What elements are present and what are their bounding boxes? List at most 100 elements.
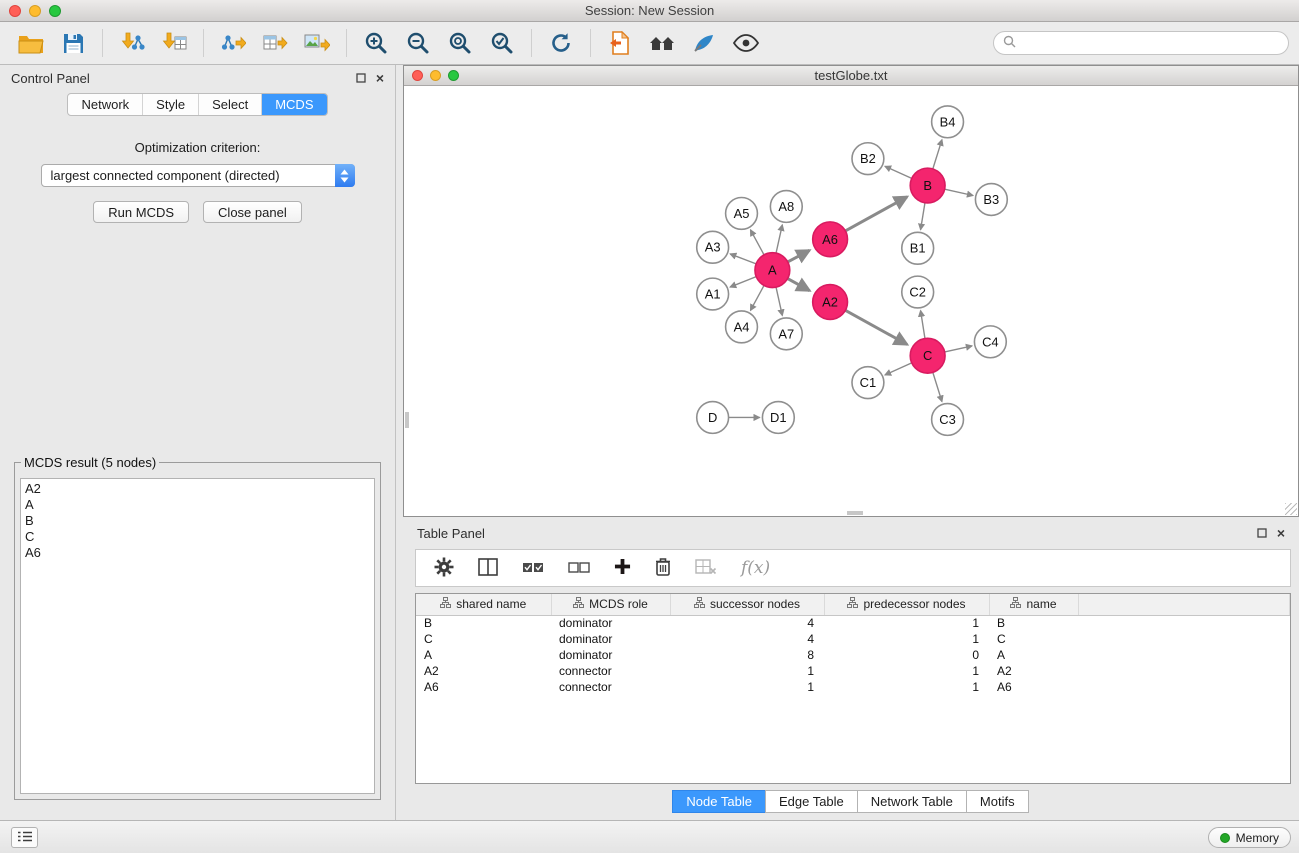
graph-node-B1[interactable]: B1 <box>902 232 934 264</box>
graph-edge[interactable] <box>776 287 782 315</box>
session-file-icon[interactable] <box>602 25 638 61</box>
table-cell[interactable]: B <box>989 615 1078 631</box>
table-cell[interactable]: 1 <box>670 679 824 695</box>
table-cell[interactable]: 1 <box>670 663 824 679</box>
open-session-icon[interactable] <box>13 25 49 61</box>
table-cell[interactable]: 8 <box>670 647 824 663</box>
column-header-name[interactable]: name <box>989 594 1078 615</box>
table-cell[interactable]: 1 <box>824 631 989 647</box>
tab-edge-table[interactable]: Edge Table <box>765 790 858 813</box>
table-row[interactable]: Adominator80A <box>416 647 1290 663</box>
criterion-dropdown[interactable]: largest connected component (directed) <box>41 164 355 187</box>
add-icon[interactable] <box>614 558 631 578</box>
graph-node-A3[interactable]: A3 <box>697 231 729 263</box>
tab-network-table[interactable]: Network Table <box>857 790 967 813</box>
vertical-scrollbar-thumb[interactable] <box>405 412 409 428</box>
graph-node-A1[interactable]: A1 <box>697 278 729 310</box>
refresh-layout-icon[interactable] <box>543 25 579 61</box>
horizontal-scrollbar-thumb[interactable] <box>847 511 863 515</box>
graph-node-C3[interactable]: C3 <box>932 404 964 436</box>
table-cell[interactable]: 1 <box>824 679 989 695</box>
graph-edge[interactable] <box>921 311 925 339</box>
table-cell[interactable]: dominator <box>551 631 670 647</box>
task-history-button[interactable] <box>11 827 38 848</box>
table-cell[interactable]: dominator <box>551 647 670 663</box>
table-cell[interactable]: B <box>416 615 551 631</box>
save-session-icon[interactable] <box>55 25 91 61</box>
home-icon[interactable] <box>644 25 680 61</box>
tab-node-table[interactable]: Node Table <box>672 790 766 813</box>
table-cell[interactable]: dominator <box>551 615 670 631</box>
import-network-icon[interactable] <box>114 25 150 61</box>
graph-edge[interactable] <box>845 310 907 344</box>
graph-edge[interactable] <box>933 372 942 401</box>
mcds-result-item[interactable]: B <box>25 513 370 529</box>
table-cell[interactable]: C <box>989 631 1078 647</box>
float-panel-icon[interactable] <box>356 73 366 83</box>
graph-node-C[interactable]: C <box>910 338 945 373</box>
run-mcds-button[interactable]: Run MCDS <box>93 201 189 223</box>
graph-node-A6[interactable]: A6 <box>813 222 848 257</box>
zoom-selected-icon[interactable] <box>484 25 520 61</box>
network-close-button[interactable] <box>412 70 423 81</box>
eye-icon[interactable] <box>728 25 764 61</box>
close-panel-button[interactable]: Close panel <box>203 201 302 223</box>
network-minimize-button[interactable] <box>430 70 441 81</box>
mcds-result-item[interactable]: A6 <box>25 545 370 561</box>
table-cell[interactable]: A <box>416 647 551 663</box>
tab-style[interactable]: Style <box>143 94 199 115</box>
export-network-icon[interactable] <box>215 25 251 61</box>
tab-select[interactable]: Select <box>199 94 262 115</box>
export-image-icon[interactable] <box>299 25 335 61</box>
resize-grip[interactable] <box>1285 503 1297 515</box>
column-header-MCDS-role[interactable]: MCDS role <box>551 594 670 615</box>
zoom-fit-icon[interactable] <box>442 25 478 61</box>
table-cell[interactable]: 1 <box>824 615 989 631</box>
graph-edge[interactable] <box>933 140 942 169</box>
graph-edge[interactable] <box>845 197 907 231</box>
table-cell[interactable]: A6 <box>416 679 551 695</box>
graph-node-A5[interactable]: A5 <box>726 197 758 229</box>
tab-mcds[interactable]: MCDS <box>262 94 326 115</box>
memory-button[interactable]: Memory <box>1208 827 1291 848</box>
minimize-window-button[interactable] <box>29 5 41 17</box>
network-canvas-svg[interactable]: B4B2BB3A5A8A6A3B1AC2A1A2A4A7C4CC1C3DD1 <box>404 87 1298 516</box>
search-input[interactable] <box>1021 36 1279 50</box>
graph-node-A7[interactable]: A7 <box>770 318 802 350</box>
table-row[interactable]: A2connector11A2 <box>416 663 1290 679</box>
zoom-out-icon[interactable] <box>400 25 436 61</box>
table-cell[interactable]: 4 <box>670 615 824 631</box>
graph-node-A8[interactable]: A8 <box>770 191 802 223</box>
zoom-window-button[interactable] <box>49 5 61 17</box>
export-table-icon[interactable] <box>257 25 293 61</box>
tab-network[interactable]: Network <box>68 94 143 115</box>
mcds-result-item[interactable]: A2 <box>25 481 370 497</box>
table-cell[interactable]: connector <box>551 679 670 695</box>
close-panel-icon[interactable]: × <box>376 71 384 85</box>
import-table-icon[interactable] <box>156 25 192 61</box>
column-header-predecessor-nodes[interactable]: predecessor nodes <box>824 594 989 615</box>
graph-node-D[interactable]: D <box>697 402 729 434</box>
table-cell[interactable]: A2 <box>989 663 1078 679</box>
table-row[interactable]: Cdominator41C <box>416 631 1290 647</box>
delete-icon[interactable] <box>655 557 671 579</box>
graph-edge[interactable] <box>885 363 912 375</box>
graph-edge[interactable] <box>730 277 756 287</box>
table-cell[interactable]: A2 <box>416 663 551 679</box>
table-cell[interactable]: A <box>989 647 1078 663</box>
graph-edge[interactable] <box>945 346 972 352</box>
show-columns-icon[interactable] <box>478 558 498 579</box>
table-cell[interactable]: connector <box>551 663 670 679</box>
table-cell[interactable]: 1 <box>824 663 989 679</box>
graph-edge[interactable] <box>885 166 912 178</box>
mcds-result-item[interactable]: C <box>25 529 370 545</box>
graph-edge[interactable] <box>750 285 764 310</box>
graph-node-C1[interactable]: C1 <box>852 367 884 399</box>
network-zoom-button[interactable] <box>448 70 459 81</box>
graph-node-B4[interactable]: B4 <box>932 106 964 138</box>
table-row[interactable]: A6connector11A6 <box>416 679 1290 695</box>
table-row[interactable]: Bdominator41B <box>416 615 1290 631</box>
close-table-panel-icon[interactable]: × <box>1277 526 1285 540</box>
graph-edge[interactable] <box>730 254 756 264</box>
graph-node-B3[interactable]: B3 <box>975 184 1007 216</box>
